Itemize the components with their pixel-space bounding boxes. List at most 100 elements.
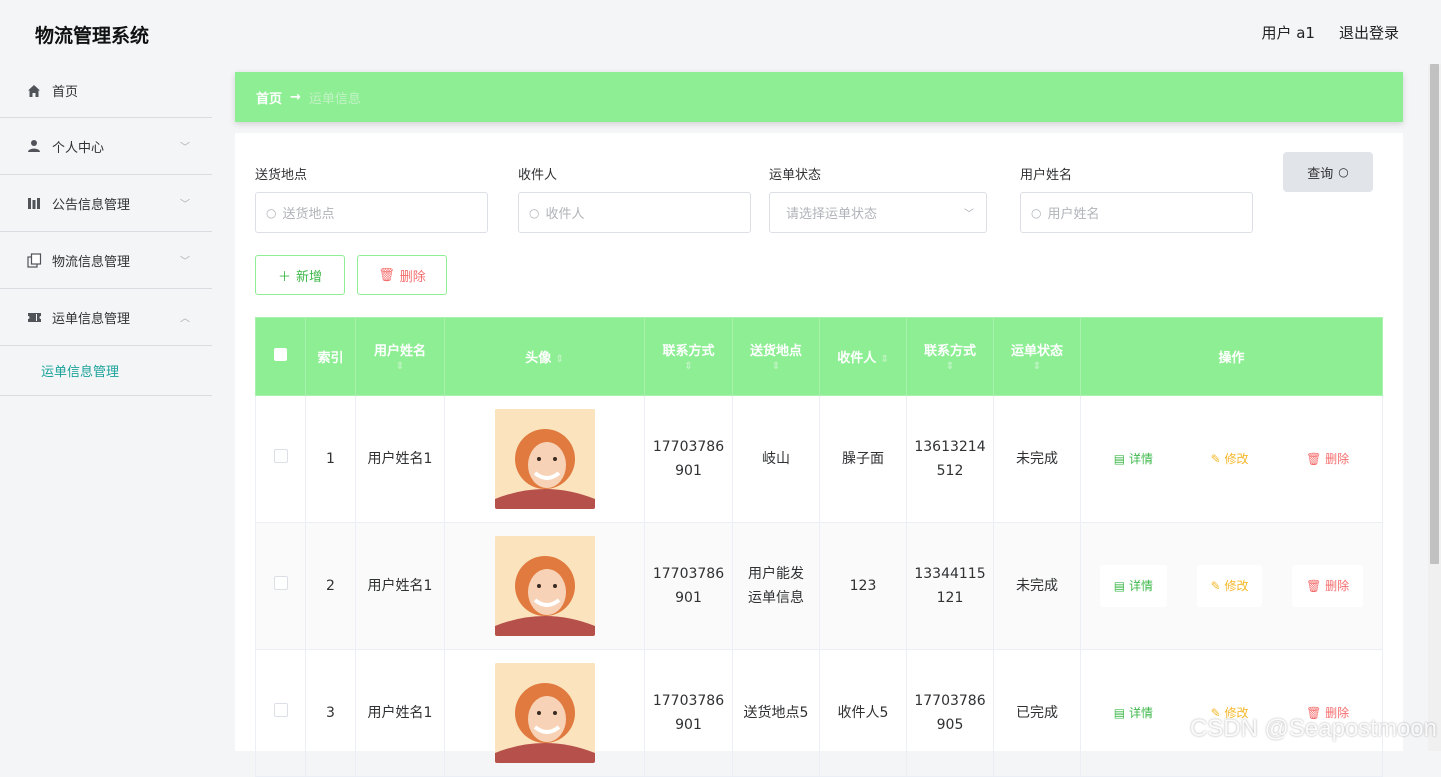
address-filter-label: 送货地点 [255,164,307,183]
detail-button[interactable]: ▤ 详情 [1100,565,1167,607]
vertical-scrollbar[interactable] [1428,64,1441,751]
recipient-search-input[interactable]: ○ 收件人 [518,192,751,233]
edit-label: 修改 [1224,452,1248,466]
sidebar-subitem-waybill-management[interactable]: 运单信息管理 [0,346,212,396]
edit-button[interactable]: ✎ 修改 [1197,438,1263,480]
status-placeholder: 请选择运单状态 [786,203,877,222]
cell-phone-line2: 901 [649,586,728,610]
sidebar-item-label: 物流信息管理 [52,251,130,270]
checkbox[interactable] [274,348,287,361]
query-button-label: 查询 [1307,163,1333,182]
cell-phone-line2: 901 [649,713,728,737]
app-title: 物流管理系统 [35,21,149,48]
cell-rphone-line1: 13344115 [911,562,989,586]
sidebar-item-personal-center[interactable]: 个人中心 ﹀ [0,118,212,175]
cell-status: 已完成 [994,650,1081,777]
checkbox[interactable] [274,703,288,717]
cell-rphone-line1: 13613214 [911,435,989,459]
delete-button[interactable]: 🗑 删除 [1292,565,1363,607]
col-address-label: 送货地点 [750,344,802,359]
avatar [495,663,595,763]
document-icon: ▤ [1114,579,1129,593]
cell-address-line1: 送货地点5 [737,701,815,725]
cell-phone: 17703786901 [645,650,733,777]
sort-icon[interactable]: ⇕ [998,361,1076,373]
sidebar-item-notice[interactable]: 公告信息管理 ﹀ [0,175,212,232]
detail-button[interactable]: ▤ 详情 [1100,692,1167,734]
breadcrumb-home[interactable]: 首页 [256,88,282,107]
waybill-table: 索引 用户姓名⇕ 头像⇕ 联系方式⇕ 送货地点 ⇕ 收件人 ⇕ 联系方式⇕ 运单状态… [255,317,1383,777]
cell-rphone-line2: 512 [911,459,989,483]
cell-phone-line1: 17703786 [649,562,728,586]
query-button[interactable]: 查询 ○ [1283,152,1373,192]
sidebar-item-waybill[interactable]: 运单信息管理 ︿ [0,289,212,346]
add-button[interactable]: ＋ 新增 [255,255,345,295]
username-search-input[interactable]: ○ 用户姓名 [1020,192,1253,233]
delete-label: 删除 [1325,579,1349,593]
checkbox[interactable] [274,576,288,590]
address-search-input[interactable]: ○ 送货地点 [255,192,488,233]
cell-recipient-phone: 17703786905 [907,650,994,777]
cell-address: 用户能发运单信息 [733,523,820,650]
delete-button[interactable]: 🗑 删除 [1292,438,1363,480]
sort-icon[interactable]: ⇕ [880,354,888,365]
cell-address: 送货地点5 [733,650,820,777]
cell-phone-line1: 17703786 [649,689,728,713]
col-recipient[interactable]: 收件人 ⇕ [820,318,907,396]
table-row: 3 用户姓名1 17703786901 送货地点5 收件人5 177037869… [256,650,1383,777]
cell-address-line1: 用户能发 [737,562,815,586]
detail-label: 详情 [1129,579,1153,593]
cell-status: 未完成 [994,523,1081,650]
col-status-label: 运单状态 [1011,344,1063,359]
col-recipient-phone[interactable]: 联系方式⇕ [907,318,994,396]
cell-operations: ▤ 详情 ✎ 修改 🗑 删除 [1081,523,1383,650]
cell-index: 1 [306,396,356,523]
sidebar-item-home[interactable]: 首页 [0,64,212,118]
pencil-icon: ✎ [1211,452,1225,466]
scrollbar-thumb[interactable] [1430,64,1439,564]
sort-icon[interactable]: ⇕ [649,361,728,373]
row-checkbox-cell[interactable] [256,650,306,777]
breadcrumb-current: 运单信息 [309,88,361,107]
sort-icon[interactable]: ⇕ [360,361,440,373]
col-address[interactable]: 送货地点 ⇕ [733,318,820,396]
search-icon: ○ [1338,165,1348,179]
detail-label: 详情 [1129,706,1153,720]
sort-icon[interactable]: ⇕ [555,354,563,365]
batch-delete-button[interactable]: 🗑 删除 [357,255,447,295]
checkbox[interactable] [274,449,288,463]
cell-avatar [445,523,645,650]
col-avatar[interactable]: 头像⇕ [445,318,645,396]
select-all-checkbox[interactable] [256,318,306,396]
trash-icon: 🗑 [1306,579,1325,593]
col-phone[interactable]: 联系方式⇕ [645,318,733,396]
delete-label: 删除 [1325,452,1349,466]
cell-username: 用户姓名1 [356,650,445,777]
col-recipient-label: 收件人 [837,351,876,366]
logout-link[interactable]: 退出登录 [1339,22,1399,43]
col-index: 索引 [306,318,356,396]
cell-address: 岐山 [733,396,820,523]
row-checkbox-cell[interactable] [256,396,306,523]
sort-icon[interactable]: ⇕ [911,361,989,373]
col-operations: 操作 [1081,318,1383,396]
bars-icon [26,195,42,211]
col-username[interactable]: 用户姓名⇕ [356,318,445,396]
col-status[interactable]: 运单状态 ⇕ [994,318,1081,396]
sidebar-item-logistics[interactable]: 物流信息管理 ﹀ [0,232,212,289]
sort-icon[interactable]: ⇕ [737,361,815,373]
table-header-row: 索引 用户姓名⇕ 头像⇕ 联系方式⇕ 送货地点 ⇕ 收件人 ⇕ 联系方式⇕ 运单状态… [256,318,1383,396]
cell-phone: 17703786901 [645,523,733,650]
edit-button[interactable]: ✎ 修改 [1197,565,1263,607]
search-icon: ○ [266,206,276,220]
row-checkbox-cell[interactable] [256,523,306,650]
trash-icon: 🗑 [378,268,395,283]
chevron-down-icon: ﹀ [964,205,974,220]
search-icon: ○ [529,206,539,220]
status-select[interactable]: 请选择运单状态 ﹀ [769,192,987,233]
table-row: 1 用户姓名1 17703786901 岐山 臊子面 13613214512 未… [256,396,1383,523]
user-area: 用户 a1 退出登录 [1261,22,1399,43]
detail-button[interactable]: ▤ 详情 [1100,438,1167,480]
user-icon [26,138,42,154]
avatar [495,536,595,636]
